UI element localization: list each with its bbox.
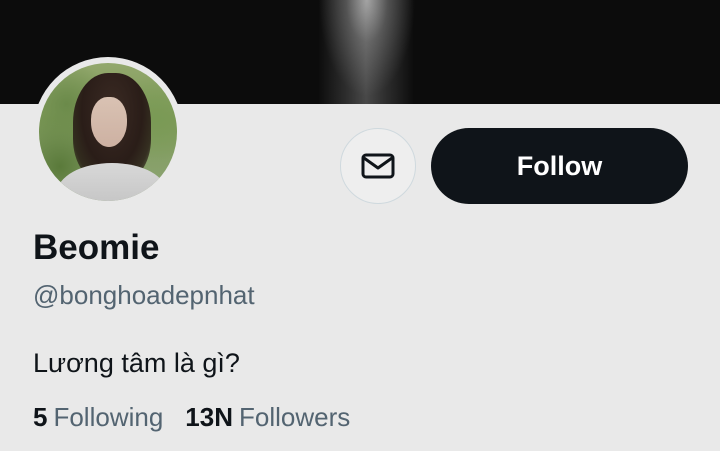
avatar-face [91,97,127,147]
username-handle: @bonghoadepnhat [33,280,255,310]
avatar-photo [39,63,177,201]
profile-bio: Lương tâm là gì? [33,348,240,378]
following-link[interactable]: 5 Following [33,402,163,433]
followers-link[interactable]: 13N Followers [185,402,350,433]
followers-label: Followers [239,402,351,432]
profile-stats: 5 Following 13N Followers [33,402,350,433]
avatar-shirt [57,163,167,201]
banner-light-beam [318,0,414,104]
following-label: Following [53,402,164,432]
following-count: 5 [33,402,48,432]
message-button[interactable] [340,128,416,204]
envelope-icon [361,153,395,179]
avatar[interactable] [33,57,183,207]
display-name: Beomie [33,228,160,267]
followers-count: 13N [185,402,233,432]
follow-button[interactable]: Follow [431,128,688,204]
